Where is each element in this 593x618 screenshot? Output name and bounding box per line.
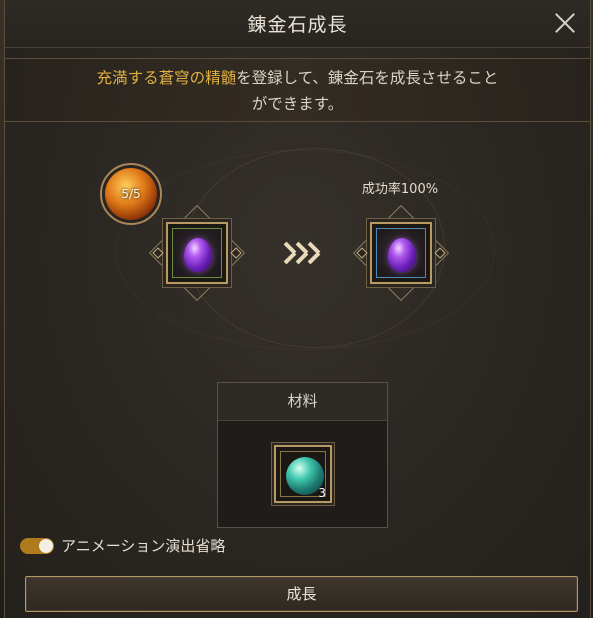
material-slot[interactable]: 3	[274, 445, 332, 503]
material-header: 材料	[218, 383, 387, 421]
purple-gem-icon	[184, 238, 212, 272]
essence-orb[interactable]: 5/5	[100, 163, 162, 225]
slot-inner	[376, 228, 426, 278]
description-panel: 充満する蒼穹の精髄を登録して、錬金石を成長させること ができます。	[5, 58, 590, 122]
description-line1: を登録して、錬金石を成長させること	[236, 69, 499, 87]
current-stone-slot[interactable]	[148, 204, 246, 302]
toggle-knob	[39, 538, 53, 553]
alchemy-stone-growth-dialog: 錬金石成長 充満する蒼穹の精髄を登録して、錬金石を成長させること ができます。 …	[4, 0, 591, 618]
grow-button[interactable]: 成長	[25, 576, 578, 612]
description-text: 充満する蒼穹の精髄を登録して、錬金石を成長させること ができます。	[5, 65, 590, 117]
orb-count: 5/5	[121, 187, 141, 201]
material-count: 3	[318, 486, 326, 500]
title-bar: 錬金石成長	[5, 0, 590, 48]
triple-chevron-right-icon	[281, 240, 325, 268]
fire-orb-icon: 5/5	[105, 168, 157, 220]
description-line2: ができます。	[251, 95, 344, 113]
success-rate: 成功率100%	[361, 182, 439, 197]
result-stone-slot[interactable]	[352, 204, 450, 302]
material-panel: 材料 3	[217, 382, 388, 528]
dialog-title: 錬金石成長	[247, 14, 348, 36]
close-icon[interactable]	[552, 10, 578, 36]
animation-skip-label: アニメーション演出省略	[61, 537, 226, 555]
slot-inner	[172, 228, 222, 278]
animation-skip-toggle[interactable]	[20, 537, 54, 554]
slot-frame	[166, 222, 228, 284]
animation-skip-row: アニメーション演出省略	[20, 535, 225, 556]
essence-highlight: 充満する蒼穹の精髄	[96, 69, 237, 87]
purple-gem-icon	[388, 238, 416, 272]
slot-frame	[370, 222, 432, 284]
